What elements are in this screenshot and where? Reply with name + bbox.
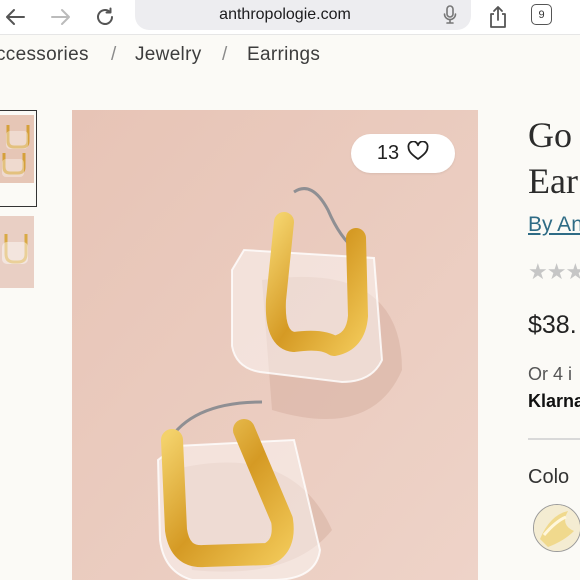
breadcrumb-separator: /: [222, 44, 228, 65]
tabs-icon[interactable]: 9: [531, 4, 552, 25]
favorite-count: 13: [376, 142, 400, 164]
product-image[interactable]: [72, 110, 478, 580]
forward-arrow-icon[interactable]: [48, 5, 74, 29]
address-bar[interactable]: anthropologie.com: [135, 0, 471, 30]
breadcrumb-separator: /: [111, 44, 117, 65]
browser-toolbar: anthropologie.com 9: [0, 0, 580, 35]
heart-icon: [407, 140, 429, 167]
product-title-line2: Ear: [528, 161, 578, 201]
color-swatch-gold[interactable]: [533, 504, 580, 552]
installments-text: Or 4 i: [528, 364, 573, 384]
microphone-icon[interactable]: [443, 5, 457, 30]
brand-link[interactable]: By An: [528, 213, 580, 237]
product-title: Go Ear: [528, 112, 578, 204]
reload-icon[interactable]: [92, 5, 118, 29]
divider: [528, 438, 580, 440]
breadcrumb-accessories[interactable]: ccessories: [0, 44, 89, 66]
thumbnail-image-1[interactable]: [0, 110, 37, 207]
color-label: Colo: [528, 466, 570, 488]
tab-count: 9: [538, 8, 545, 21]
klarna-logo[interactable]: Klarna: [528, 391, 580, 412]
product-price: $38.: [528, 311, 577, 339]
share-icon[interactable]: [485, 5, 511, 29]
breadcrumb-jewelry[interactable]: Jewelry: [135, 44, 202, 66]
url-text: anthropologie.com: [219, 6, 351, 23]
rating-stars[interactable]: ★★★: [528, 259, 580, 285]
breadcrumb-earrings[interactable]: Earrings: [247, 44, 320, 66]
thumbnail-image-2[interactable]: [0, 216, 37, 288]
product-title-line1: Go: [528, 115, 572, 155]
favorite-button[interactable]: 13: [351, 134, 455, 173]
back-arrow-icon[interactable]: [2, 5, 28, 29]
